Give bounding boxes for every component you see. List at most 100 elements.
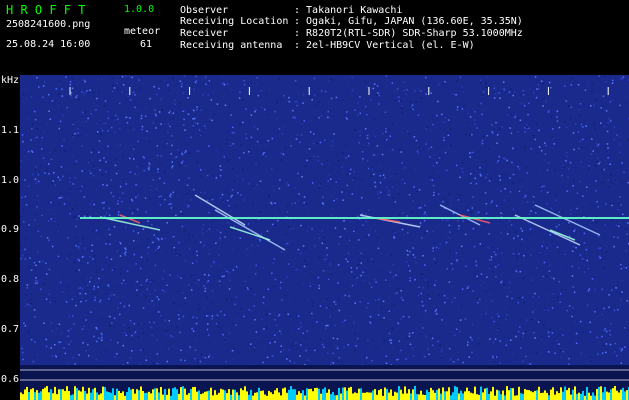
activity-bar [296, 394, 298, 400]
activity-bar [186, 394, 188, 400]
activity-bar [132, 388, 134, 400]
activity-bar [394, 391, 396, 400]
activity-bar [428, 392, 430, 400]
activity-bar [516, 395, 518, 400]
observer-key: Observer [180, 5, 229, 16]
activity-bar [28, 392, 30, 400]
activity-bar [434, 392, 436, 400]
activity-bar [244, 386, 246, 400]
y-tick-label: 0.9 [1, 224, 20, 235]
activity-bar [544, 390, 546, 400]
activity-bar [272, 394, 274, 400]
activity-bar [100, 393, 102, 400]
activity-bar [468, 391, 470, 400]
activity-bar [72, 394, 74, 400]
activity-bar [46, 386, 48, 400]
activity-bar [216, 394, 218, 400]
activity-bar [302, 390, 304, 400]
activity-bar [320, 393, 322, 400]
activity-bar [152, 389, 154, 400]
activity-bar [494, 395, 496, 400]
activity-bar [408, 389, 410, 400]
y-tick-label: 1.0 [1, 175, 20, 186]
activity-bar [240, 388, 242, 400]
y-tick-label: 0.7 [1, 324, 20, 335]
activity-bar [50, 389, 52, 400]
activity-bar [618, 392, 620, 400]
activity-bar [398, 386, 400, 400]
activity-bar [194, 386, 196, 400]
activity-bar [608, 392, 610, 400]
activity-bar [498, 390, 500, 400]
activity-bar [110, 392, 112, 400]
activity-bar [344, 387, 346, 400]
location-value: : Ogaki, Gifu, JAPAN (136.60E, 35.35N) [294, 16, 523, 27]
activity-bar [264, 394, 266, 400]
activity-bar [262, 390, 264, 400]
activity-bar [612, 388, 614, 400]
activity-bar [90, 392, 92, 400]
activity-bar [338, 388, 340, 400]
activity-bar [42, 389, 44, 400]
activity-bar [156, 388, 158, 400]
activity-bar [222, 389, 224, 400]
activity-bar [520, 393, 522, 400]
activity-bar [146, 392, 148, 400]
activity-bar [460, 390, 462, 400]
activity-bar [616, 390, 618, 400]
activity-bar [492, 386, 494, 400]
activity-bar [68, 391, 70, 400]
activity-bar [214, 390, 216, 400]
activity-bar [150, 393, 152, 400]
activity-bar [502, 390, 504, 400]
activity-bar [552, 387, 554, 400]
tick-marks [69, 87, 609, 95]
activity-bar [366, 392, 368, 400]
activity-bar [310, 388, 312, 400]
activity-bar [304, 395, 306, 400]
activity-bar [510, 388, 512, 400]
activity-bar [24, 389, 26, 400]
activity-bar [412, 389, 414, 400]
activity-bar [518, 386, 520, 400]
receiver-value: : R820T2(RTL-SDR) SDR-Sharp 53.1000MHz [294, 28, 523, 39]
activity-bar [106, 391, 108, 400]
activity-bar [556, 391, 558, 400]
activity-bar [524, 389, 526, 400]
activity-bar [332, 392, 334, 400]
spectrogram-canvas [20, 75, 629, 400]
activity-bar [534, 390, 536, 400]
activity-bar [176, 389, 178, 400]
antenna-value: : 2el-HB9CV Vertical (el. E-W) [294, 40, 475, 51]
activity-bar [130, 389, 132, 400]
activity-bar [386, 389, 388, 400]
activity-bar [112, 388, 114, 400]
activity-bar [540, 393, 542, 400]
activity-bar [622, 387, 624, 400]
activity-bar [308, 389, 310, 400]
activity-bar [422, 394, 424, 400]
activity-bar [52, 393, 54, 400]
activity-bar [496, 389, 498, 400]
activity-bar [60, 389, 62, 400]
activity-bar [480, 386, 482, 400]
activity-bar [98, 394, 100, 400]
activity-bar [562, 391, 564, 400]
activity-bar [374, 389, 376, 400]
activity-bar [190, 389, 192, 400]
app-title: H R O F F T [6, 3, 86, 17]
activity-bar [254, 392, 256, 400]
activity-bar [306, 388, 308, 400]
activity-bar [26, 386, 28, 400]
app-version: 1.0.0 [124, 4, 155, 15]
activity-bar [348, 387, 350, 400]
activity-bar [66, 386, 68, 400]
activity-bar [358, 388, 360, 400]
meteor-label: meteor [124, 26, 161, 37]
activity-bar [58, 389, 60, 400]
activity-bar [202, 393, 204, 400]
activity-bar [242, 390, 244, 400]
activity-bar [298, 391, 300, 400]
activity-bar [392, 395, 394, 400]
activity-bar [472, 393, 474, 400]
